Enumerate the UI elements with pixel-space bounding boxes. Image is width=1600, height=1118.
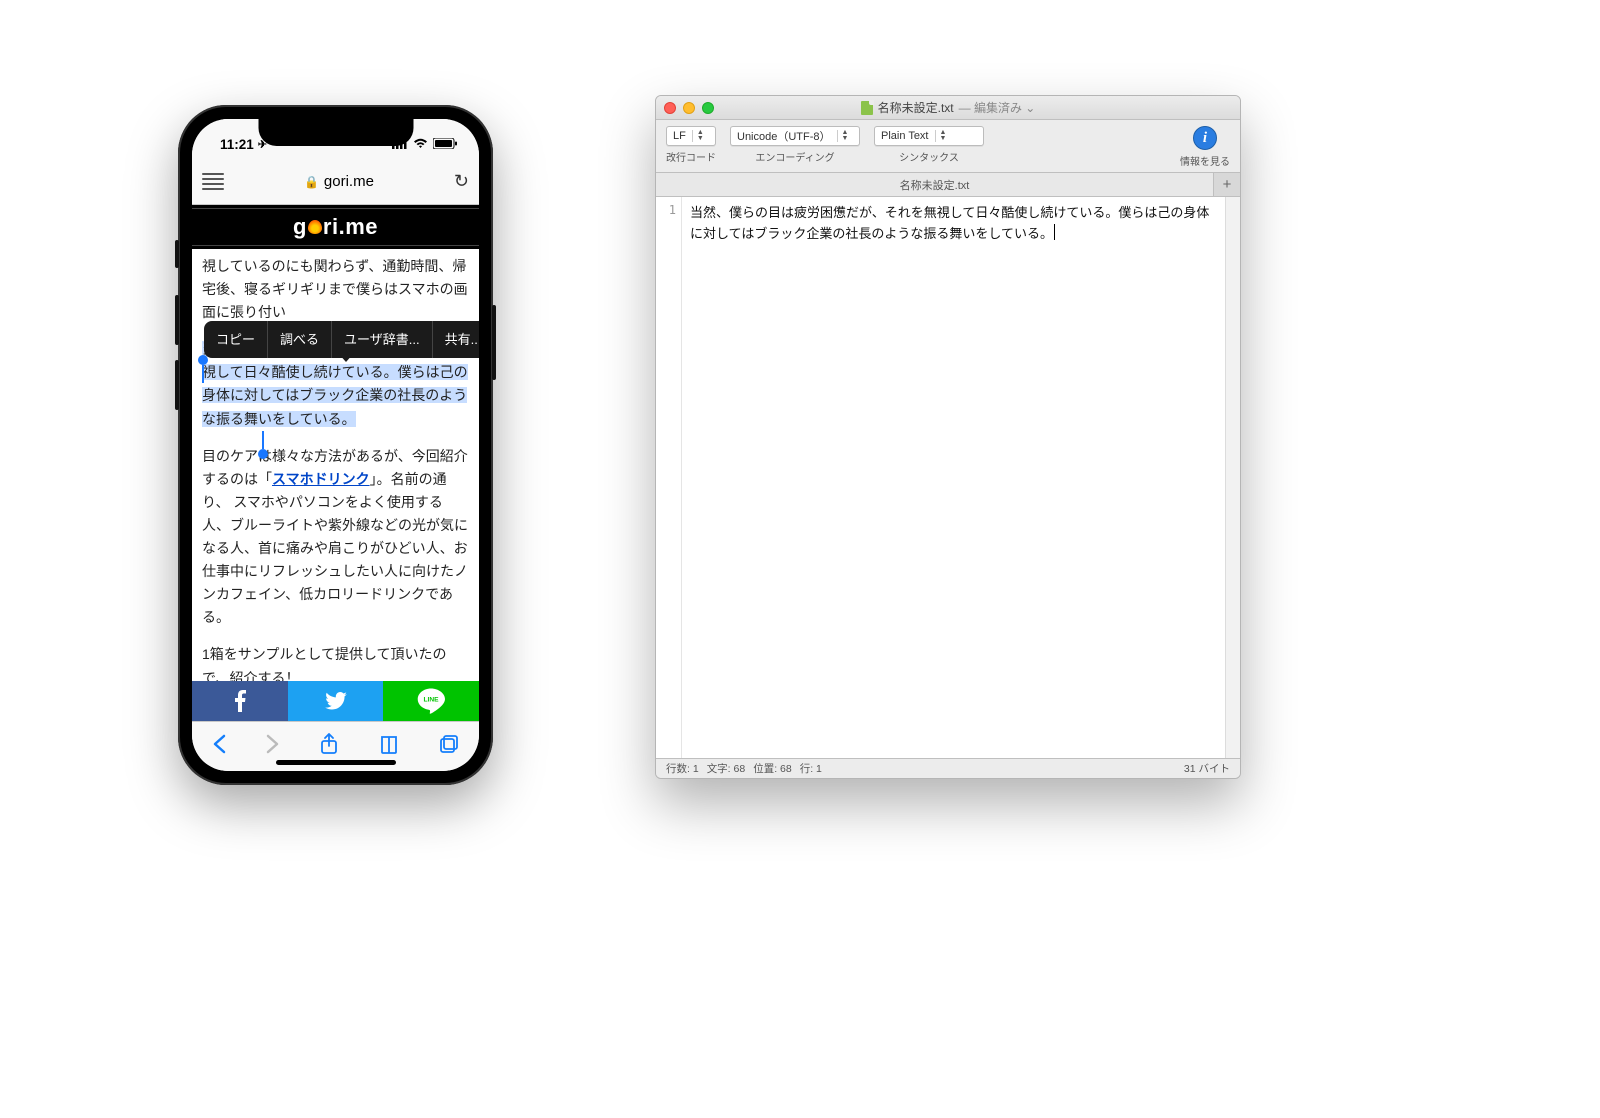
address-field[interactable]: 🔒 gori.me [232,173,446,190]
info-button[interactable]: i [1193,126,1217,150]
tabs-button[interactable] [439,734,459,760]
paragraph-1: 視しているのにも関わらず、通勤時間、帰宅後、寝るギリギリまで僕らはスマホの画面に… [202,255,469,324]
line-ending-select[interactable]: LF ▲▼ [666,126,716,146]
syntax-select[interactable]: Plain Text ▲▼ [874,126,984,146]
document-tab-bar: 名称未設定.txt + [656,173,1240,197]
home-indicator[interactable] [276,760,396,765]
site-logo[interactable]: g ri.me [293,214,378,240]
info-group: i 情報を見る [1180,126,1230,168]
status-bytes: 31 バイト [1184,761,1230,776]
product-link[interactable]: スマホドリンク [272,471,370,487]
line-ending-group: LF ▲▼ 改行コード [666,126,716,164]
logo-text-left: g [293,214,307,240]
reader-view-button[interactable] [202,169,224,194]
context-copy[interactable]: コピー [204,321,268,358]
status-pos: 位置: 68 [753,761,792,776]
share-facebook[interactable] [192,681,288,721]
encoding-label: エンコーディング [755,149,834,164]
site-header: g ri.me [192,205,479,249]
tab-active[interactable]: 名称未設定.txt [656,173,1214,196]
lock-icon: 🔒 [304,175,319,189]
volume-up-button [175,295,179,345]
safari-address-bar: 🔒 gori.me ↻ [192,159,479,205]
context-lookup[interactable]: 調べる [268,321,332,358]
logo-text-right: ri.me [323,214,378,240]
info-label: 情報を見る [1180,153,1230,168]
editor-status-bar: 行数: 1 文字: 68 位置: 68 行: 1 31 バイト [656,758,1240,778]
status-lines: 行数: 1 [666,761,699,776]
iphone-device-frame: 11:21 ✈︎ 🔒 gori.me ↻ [178,105,493,785]
p3-text-b: 」。名前の通り、 スマホやパソコンをよく使用する人、ブルーライトや紫外線などの光… [202,471,468,626]
window-title-edited[interactable]: — 編集済み ⌄ [959,99,1036,116]
syntax-group: Plain Text ▲▼ シンタックス [874,126,984,164]
share-buttons-row: LINE [192,681,479,721]
text-editor-window: 名称未設定.txt — 編集済み ⌄ LF ▲▼ 改行コード Unicode（U… [655,95,1241,779]
line-ending-label: 改行コード [666,149,716,164]
status-row: 行: 1 [800,761,822,776]
window-titlebar[interactable]: 名称未設定.txt — 編集済み ⌄ [656,96,1240,120]
vertical-scrollbar[interactable] [1225,197,1240,758]
combo-arrows-icon: ▲▼ [692,130,704,142]
volume-down-button [175,360,179,410]
reload-button[interactable]: ↻ [454,171,469,192]
article-body[interactable]: 視しているのにも関わらず、通勤時間、帰宅後、寝るギリギリまで僕らはスマホの画面に… [192,249,479,681]
battery-icon [433,137,457,152]
combo-arrows-icon: ▲▼ [935,130,947,142]
document-icon [861,101,873,115]
editor-body: 1 当然、僕らの目は疲労困憊だが、それを無視して日々酷使し続けている。僕らは己の… [656,197,1240,758]
iphone-screen: 11:21 ✈︎ 🔒 gori.me ↻ [192,119,479,771]
text-area[interactable]: 当然、僕らの目は疲労困憊だが、それを無視して日々酷使し続けている。僕らは己の身体… [682,197,1225,758]
status-chars: 文字: 68 [707,761,746,776]
syntax-value: Plain Text [881,130,929,142]
wifi-icon [413,137,428,152]
bookmarks-button[interactable] [379,734,399,760]
line-number-gutter: 1 [656,197,682,758]
context-menu-pointer [338,353,354,362]
combo-arrows-icon: ▲▼ [837,130,849,142]
tab-title: 名称未設定.txt [900,177,970,193]
side-button [492,305,496,380]
window-title: 名称未設定.txt — 編集済み ⌄ [656,99,1240,116]
context-share[interactable]: 共有... [433,321,479,358]
svg-text:LINE: LINE [424,697,440,704]
share-line[interactable]: LINE [383,681,479,721]
nav-back-button[interactable] [212,734,226,760]
share-twitter[interactable] [288,681,384,721]
line-ending-value: LF [673,130,686,142]
status-time: 11:21 [220,137,254,152]
window-title-filename: 名称未設定.txt [878,99,954,116]
logo-flame-icon [308,220,322,234]
document-text: 当然、僕らの目は疲労困憊だが、それを無視して日々酷使し続けている。僕らは己の身体… [690,205,1209,241]
new-tab-button[interactable]: + [1214,173,1240,196]
encoding-value: Unicode（UTF-8） [737,128,831,144]
line-number-1: 1 [656,203,676,217]
share-button[interactable] [320,733,338,761]
editor-toolbar: LF ▲▼ 改行コード Unicode（UTF-8） ▲▼ エンコーディング P… [656,120,1240,173]
encoding-group: Unicode（UTF-8） ▲▼ エンコーディング [730,126,860,164]
text-cursor [1054,224,1055,240]
selection-handle-end[interactable] [258,449,268,459]
notch [258,119,413,146]
encoding-select[interactable]: Unicode（UTF-8） ▲▼ [730,126,860,146]
syntax-label: シンタックス [899,149,959,164]
nav-forward-button[interactable] [266,734,280,760]
url-domain: gori.me [324,173,374,190]
paragraph-4: 1箱をサンプルとして提供して頂いたので、紹介する！ [202,643,469,681]
mute-switch [175,240,179,268]
paragraph-3: 目のケアは様々な方法があるが、今回紹介するのは「スマホドリンク」。名前の通り、 … [202,445,469,630]
